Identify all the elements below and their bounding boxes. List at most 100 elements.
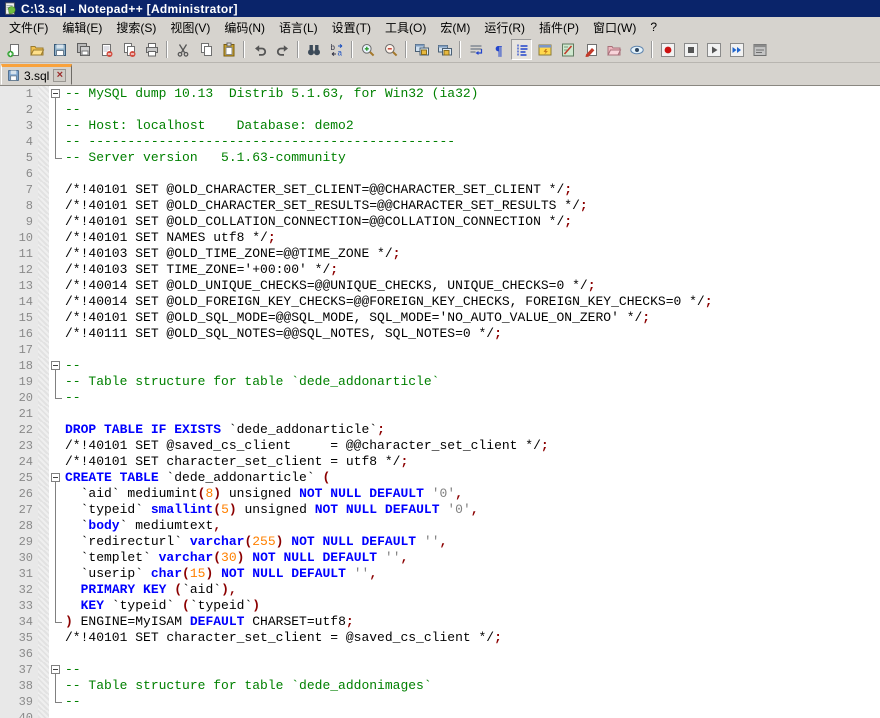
- zoom-in-button[interactable]: [357, 39, 378, 60]
- bookmark-margin[interactable]: [38, 230, 49, 246]
- bookmark-margin[interactable]: [38, 278, 49, 294]
- bookmark-margin[interactable]: [38, 166, 49, 182]
- line-number[interactable]: 13: [0, 278, 38, 294]
- code-text[interactable]: --: [63, 358, 880, 374]
- code-text[interactable]: -- Server version 5.1.63-community: [63, 150, 880, 166]
- macro-stop-button[interactable]: [680, 39, 701, 60]
- fold-collapse-icon[interactable]: [51, 361, 60, 370]
- line-number[interactable]: 37: [0, 662, 38, 678]
- bookmark-margin[interactable]: [38, 118, 49, 134]
- code-text[interactable]: /*!40101 SET character_set_client = utf8…: [63, 454, 880, 470]
- bookmark-margin[interactable]: [38, 422, 49, 438]
- code-text[interactable]: -- MySQL dump 10.13 Distrib 5.1.63, for …: [63, 86, 880, 102]
- code-text[interactable]: /*!40103 SET @OLD_TIME_ZONE=@@TIME_ZONE …: [63, 246, 880, 262]
- show-indent-guide-button[interactable]: [511, 39, 532, 60]
- bookmark-margin[interactable]: [38, 134, 49, 150]
- code-text[interactable]: `redirecturl` varchar(255) NOT NULL DEFA…: [63, 534, 880, 550]
- document-map-button[interactable]: [557, 39, 578, 60]
- line-number[interactable]: 38: [0, 678, 38, 694]
- fold-collapse-icon[interactable]: [51, 89, 60, 98]
- bookmark-margin[interactable]: [38, 614, 49, 630]
- bookmark-margin[interactable]: [38, 662, 49, 678]
- code-text[interactable]: /*!40101 SET @OLD_SQL_MODE=@@SQL_MODE, S…: [63, 310, 880, 326]
- show-all-characters-button[interactable]: ¶: [488, 39, 509, 60]
- find-button[interactable]: [303, 39, 324, 60]
- line-number[interactable]: 14: [0, 294, 38, 310]
- code-text[interactable]: -- Host: localhost Database: demo2: [63, 118, 880, 134]
- bookmark-margin[interactable]: [38, 534, 49, 550]
- macro-save-button[interactable]: [749, 39, 770, 60]
- bookmark-margin[interactable]: [38, 342, 49, 358]
- menu-item-5[interactable]: 语言(L): [272, 17, 325, 38]
- line-number[interactable]: 25: [0, 470, 38, 486]
- line-number[interactable]: 2: [0, 102, 38, 118]
- line-number[interactable]: 26: [0, 486, 38, 502]
- sync-horizontal-scroll-button[interactable]: [434, 39, 455, 60]
- code-text[interactable]: PRIMARY KEY (`aid`),: [63, 582, 880, 598]
- code-text[interactable]: CREATE TABLE `dede_addonarticle` (: [63, 470, 880, 486]
- line-number[interactable]: 17: [0, 342, 38, 358]
- code-text[interactable]: /*!40101 SET @saved_cs_client = @@charac…: [63, 438, 880, 454]
- code-text[interactable]: `aid` mediumint(8) unsigned NOT NULL DEF…: [63, 486, 880, 502]
- bookmark-margin[interactable]: [38, 486, 49, 502]
- code-text[interactable]: /*!40101 SET character_set_client = @sav…: [63, 630, 880, 646]
- fold-collapse-icon[interactable]: [51, 665, 60, 674]
- code-text[interactable]: [63, 646, 880, 662]
- bookmark-margin[interactable]: [38, 198, 49, 214]
- code-text[interactable]: KEY `typeid` (`typeid`): [63, 598, 880, 614]
- code-text[interactable]: `typeid` smallint(5) unsigned NOT NULL D…: [63, 502, 880, 518]
- code-text[interactable]: /*!40103 SET TIME_ZONE='+00:00' */;: [63, 262, 880, 278]
- line-number[interactable]: 33: [0, 598, 38, 614]
- line-number[interactable]: 16: [0, 326, 38, 342]
- line-number[interactable]: 22: [0, 422, 38, 438]
- bookmark-margin[interactable]: [38, 358, 49, 374]
- code-text[interactable]: --: [63, 694, 880, 710]
- open-button[interactable]: [26, 39, 47, 60]
- code-text[interactable]: DROP TABLE IF EXISTS `dede_addonarticle`…: [63, 422, 880, 438]
- copy-button[interactable]: [195, 39, 216, 60]
- menu-item-10[interactable]: 插件(P): [532, 17, 586, 38]
- menu-item-3[interactable]: 视图(V): [163, 17, 217, 38]
- code-text[interactable]: -- -------------------------------------…: [63, 134, 880, 150]
- bookmark-margin[interactable]: [38, 646, 49, 662]
- menu-item-2[interactable]: 搜索(S): [109, 17, 163, 38]
- line-number[interactable]: 29: [0, 534, 38, 550]
- bookmark-margin[interactable]: [38, 598, 49, 614]
- code-text[interactable]: ) ENGINE=MyISAM DEFAULT CHARSET=utf8;: [63, 614, 880, 630]
- tab-3sql[interactable]: 3.sql ×: [1, 64, 72, 85]
- bookmark-margin[interactable]: [38, 406, 49, 422]
- bookmark-margin[interactable]: [38, 150, 49, 166]
- menu-item-12[interactable]: ?: [643, 18, 664, 36]
- code-text[interactable]: /*!40101 SET @OLD_CHARACTER_SET_CLIENT=@…: [63, 182, 880, 198]
- code-text[interactable]: --: [63, 390, 880, 406]
- line-number[interactable]: 9: [0, 214, 38, 230]
- menu-item-1[interactable]: 编辑(E): [55, 17, 109, 38]
- code-text[interactable]: --: [63, 662, 880, 678]
- redo-button[interactable]: [272, 39, 293, 60]
- menu-item-9[interactable]: 运行(R): [477, 17, 532, 38]
- line-number[interactable]: 20: [0, 390, 38, 406]
- cut-button[interactable]: [172, 39, 193, 60]
- code-text[interactable]: /*!40101 SET @OLD_COLLATION_CONNECTION=@…: [63, 214, 880, 230]
- line-number[interactable]: 19: [0, 374, 38, 390]
- code-text[interactable]: -- Table structure for table `dede_addon…: [63, 678, 880, 694]
- menu-item-4[interactable]: 编码(N): [217, 17, 272, 38]
- folder-as-workspace-button[interactable]: [603, 39, 624, 60]
- line-number[interactable]: 12: [0, 262, 38, 278]
- line-number[interactable]: 21: [0, 406, 38, 422]
- bookmark-margin[interactable]: [38, 102, 49, 118]
- bookmark-margin[interactable]: [38, 246, 49, 262]
- new-file-button[interactable]: [3, 39, 24, 60]
- bookmark-margin[interactable]: [38, 710, 49, 718]
- code-text[interactable]: --: [63, 102, 880, 118]
- macro-playback-button[interactable]: [703, 39, 724, 60]
- code-text[interactable]: `templet` varchar(30) NOT NULL DEFAULT '…: [63, 550, 880, 566]
- line-number[interactable]: 4: [0, 134, 38, 150]
- code-text[interactable]: [63, 710, 880, 718]
- bookmark-margin[interactable]: [38, 86, 49, 102]
- line-number[interactable]: 23: [0, 438, 38, 454]
- bookmark-margin[interactable]: [38, 454, 49, 470]
- bookmark-margin[interactable]: [38, 214, 49, 230]
- paste-button[interactable]: [218, 39, 239, 60]
- line-number[interactable]: 35: [0, 630, 38, 646]
